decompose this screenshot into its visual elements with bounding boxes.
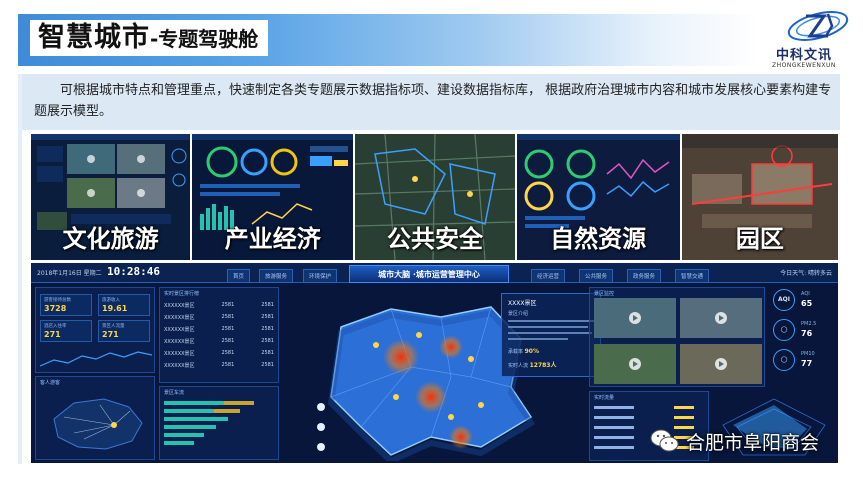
pm10-badge-icon: ◯ — [773, 349, 795, 371]
panel-title: 景区监控 — [594, 291, 615, 297]
scenic-name: XXXX景区 — [508, 300, 537, 307]
panel-title: 客人游客 — [40, 380, 61, 386]
visitor-source-panel: 客人游客 — [35, 376, 155, 460]
wechat-icon — [650, 429, 679, 452]
table-row: XXXXXX景区 2581 2581 — [164, 362, 274, 369]
scenic-info-popup: XXXX景区 景区介绍 承载率 90% 实时人流 12783人 — [501, 293, 601, 377]
bar-list-chart — [164, 401, 254, 445]
logo-subtext: ZHONGKEWENXUN — [772, 62, 836, 69]
scenic-monitor-panel: 景区监控 — [589, 287, 765, 387]
table-row: XXXXXX景区 2581 2581 — [164, 314, 274, 321]
topic-label: 文化旅游 — [62, 225, 159, 253]
ranking-panel: 实时景区排行榜 XXXXXX景区 2581 2581 XXXXXX景区 2581 258… — [159, 287, 279, 383]
intro-text-lines — [508, 320, 594, 340]
topic-card-natural-resources[interactable]: 自然资源 — [516, 134, 680, 260]
slide: 智慧城市 -专题驾驶舱 中科文讯 ZHONGKEWENXUN 可根据城市特点和管… — [0, 0, 863, 486]
table-row: XXXXXX景区 2581 2581 — [164, 326, 274, 333]
topic-row: 文化旅游 产业经济 公共安全 自然资源 园区 — [31, 134, 838, 260]
air-quality-panel: AQI AQI 65 ◯ PM2.5 76 ◯ PM10 77 — [771, 287, 837, 387]
scenic-intro-label: 景区介绍 — [508, 311, 529, 317]
topic-card-industrial-economy[interactable]: 产业经济 — [192, 134, 354, 260]
panel-title: 景区车流 — [164, 390, 185, 396]
table-row: XXXXXX景区 2581 2581 — [164, 302, 274, 309]
stat-label: 旅游收入 — [102, 298, 120, 303]
traffic-panel: 景区车流 — [159, 386, 279, 460]
stat-value: 3728 — [44, 304, 67, 313]
aqi-label: AQI — [801, 291, 810, 297]
table-row: XXXXXX景区 2581 2581 — [164, 338, 274, 345]
rate-row: 承载率 90% — [508, 348, 539, 355]
topic-card-culture-tourism[interactable]: 文化旅游 — [31, 134, 191, 260]
nav-tab[interactable]: 环境保护 — [303, 269, 338, 283]
topic-label: 自然资源 — [550, 225, 647, 253]
stat-card: 游客接待总数 3728 — [40, 294, 92, 316]
stat-value: 271 — [102, 330, 119, 339]
stat-card: 景区人流量 271 — [98, 320, 150, 342]
topic-card-park[interactable]: 园区 — [681, 134, 838, 260]
pm25-label: PM2.5 — [801, 321, 817, 327]
stat-label: 游客接待总数 — [44, 298, 71, 303]
table-row: XXXXXX景区 2581 2581 — [164, 350, 274, 357]
stat-value: 19.61 — [102, 304, 128, 313]
panel-title: 实时流量 — [594, 395, 615, 401]
nav-tab[interactable]: 旅游服务 — [259, 269, 294, 283]
stat-label: 酒店入住率 — [44, 324, 67, 329]
watermark-text: 合肥市阜阳商会 — [686, 431, 820, 454]
topic-label: 公共安全 — [386, 225, 483, 253]
stat-card: 酒店入住率 271 — [40, 320, 92, 342]
logo-text: 中科文讯 — [776, 48, 833, 63]
wechat-watermark: 合肥市阜阳商会 — [650, 425, 819, 457]
dashboard-date: 2018年1月16日 星期二 — [37, 270, 102, 277]
china-map-icon — [53, 398, 143, 450]
nav-tab[interactable]: 智慧交通 — [675, 269, 710, 283]
nav-tab[interactable]: 政务服务 — [627, 269, 662, 283]
stat-label: 景区人流量 — [102, 324, 125, 329]
description-panel: 可根据城市特点和管理重点，快速制定各类专题展示数据指标项、建设数据指标库， 根据… — [22, 74, 840, 130]
panel-title: 实时景区排行榜 — [164, 291, 200, 297]
description-text: 可根据城市特点和管理重点，快速制定各类专题展示数据指标项、建设数据指标库， 根据… — [34, 83, 832, 119]
dashboard-title: 城市大脑 ·城市运营管理中心 — [349, 265, 509, 283]
aqi-badge-icon: AQI — [773, 289, 795, 311]
dashboard-clock: 10:28:46 — [107, 265, 160, 278]
stat-card: 旅游收入 19.61 — [98, 294, 150, 316]
left-edge-bar — [18, 74, 22, 464]
title-block: 智慧城市 -专题驾驶舱 — [30, 20, 269, 56]
pm25-value: 76 — [801, 329, 813, 338]
pm10-value: 77 — [801, 359, 813, 368]
page-title: 智慧城市 — [38, 22, 150, 53]
count-row: 实时人流 12783人 — [508, 362, 557, 369]
visitor-stats-panel: 游客接待总数 3728 旅游收入 19.61 酒店入住率 271 景区人流量 2… — [35, 287, 155, 373]
topic-label: 产业经济 — [224, 225, 321, 253]
topic-label: 园区 — [735, 225, 784, 253]
page-subtitle: -专题驾驶舱 — [150, 27, 259, 51]
nav-tab[interactable]: 首页 — [227, 269, 251, 283]
nav-tab[interactable]: 公共服务 — [579, 269, 614, 283]
aqi-value: 65 — [801, 299, 813, 308]
weather-readout: 今日天气: 晴转多云 — [780, 270, 832, 277]
video-grid[interactable] — [594, 298, 762, 386]
topic-card-public-safety[interactable]: 公共安全 — [355, 134, 515, 260]
trend-mini-chart — [40, 351, 152, 367]
stat-value: 271 — [44, 330, 61, 339]
nav-tab[interactable]: 经济运营 — [531, 269, 566, 283]
pm10-label: PM10 — [801, 351, 815, 357]
pm25-badge-icon: ◯ — [773, 319, 795, 341]
